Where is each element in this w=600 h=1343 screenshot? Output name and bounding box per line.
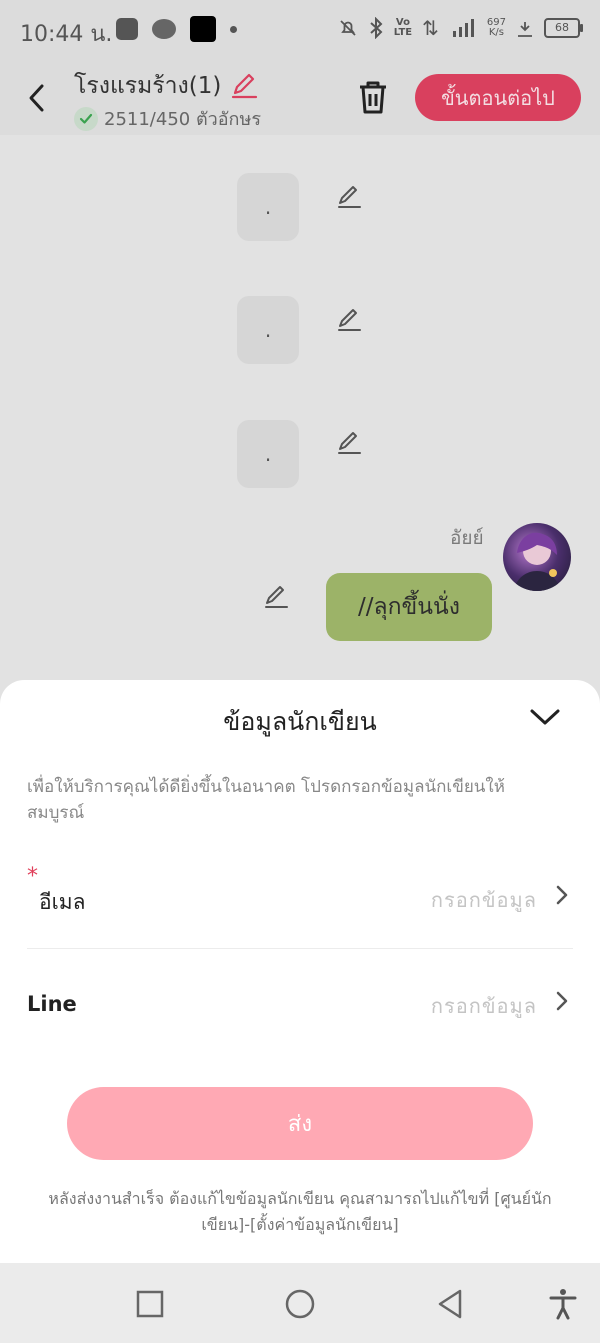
recents-square-icon[interactable] <box>133 1287 167 1321</box>
volte-icon: Vo LTE <box>393 17 413 38</box>
check-icon <box>74 106 98 131</box>
collapse-chevron-icon[interactable] <box>528 702 562 732</box>
char-count: 2511/450 ตัวอักษร <box>104 109 261 130</box>
delete-button[interactable] <box>356 78 390 116</box>
chevron-right-icon[interactable] <box>555 988 569 1014</box>
back-button[interactable] <box>22 80 52 116</box>
placeholder-bubble[interactable]: . <box>237 296 299 364</box>
edit-pencil-icon[interactable] <box>262 583 290 611</box>
message-bubble[interactable]: //ลุกขึ้นนั่ง <box>326 573 492 641</box>
placeholder-bubble[interactable]: . <box>237 420 299 488</box>
story-title: โรงแรมร้าง(1) <box>74 73 222 99</box>
line-placeholder[interactable]: กรอกข้อมูล <box>431 990 537 1022</box>
line-label: Line <box>27 992 77 1016</box>
battery-icon: 68 <box>544 18 583 38</box>
signal-4g-icon <box>452 19 474 37</box>
edit-pencil-icon[interactable] <box>335 183 363 211</box>
app-p-icon <box>116 18 138 40</box>
status-time: 10:44 น. <box>20 22 113 47</box>
required-mark: * <box>27 864 38 889</box>
bluetooth-icon <box>370 17 383 39</box>
sheet-title: ข้อมูลนักเขียน <box>223 707 377 736</box>
edit-pencil-icon[interactable] <box>335 429 363 457</box>
email-placeholder[interactable]: กรอกข้อมูล <box>431 884 537 916</box>
edit-title-icon[interactable] <box>229 71 259 101</box>
placeholder-bubble[interactable]: . <box>237 173 299 241</box>
back-triangle-icon[interactable] <box>433 1287 467 1321</box>
writer-info-sheet: ข้อมูลนักเขียน เพื่อให้บริการคุณได้ดียิ่… <box>0 680 600 1263</box>
system-nav-bar <box>0 1263 600 1343</box>
sheet-note: หลังส่งงานสำเร็จ ต้องแก้ไขข้อมูลนักเขียน… <box>48 1189 552 1234</box>
dot-icon <box>230 25 237 33</box>
submit-button[interactable]: ส่ง <box>67 1087 533 1160</box>
edit-pencil-icon[interactable] <box>335 306 363 334</box>
mute-bell-icon <box>340 20 356 36</box>
chat-area: . . . อัยย์ //ลุกขึ้นนั่ง <box>0 135 600 695</box>
line-app-icon <box>152 19 176 39</box>
avatar[interactable] <box>503 523 571 591</box>
home-circle-icon[interactable] <box>283 1287 317 1321</box>
status-bar: 10:44 น. Vo LTE ⇅ 697 K/s 68 <box>0 0 600 62</box>
accessibility-icon[interactable] <box>546 1287 580 1321</box>
wifi-icon <box>518 22 532 37</box>
speaker-name: อัยย์ <box>450 527 484 549</box>
net-speed: 697 K/s <box>486 17 506 38</box>
email-label: อีเมล <box>39 890 86 914</box>
sheet-description: เพื่อให้บริการคุณได้ดียิ่งขึ้นในอนาคต โป… <box>27 777 505 823</box>
data-arrows-icon: ⇅ <box>422 16 439 40</box>
line-field[interactable]: Line กรอกข้อมูล <box>27 970 573 1030</box>
chevron-right-icon[interactable] <box>555 882 569 908</box>
next-step-button[interactable]: ขั้นตอนต่อไป <box>415 74 581 121</box>
editor-header: โรงแรมร้าง(1) 2511/450 ตัวอักษร ขั้นตอนต… <box>0 62 600 135</box>
black-app-icon <box>190 16 216 42</box>
email-field[interactable]: * อีเมล กรอกข้อมูล <box>27 864 573 949</box>
